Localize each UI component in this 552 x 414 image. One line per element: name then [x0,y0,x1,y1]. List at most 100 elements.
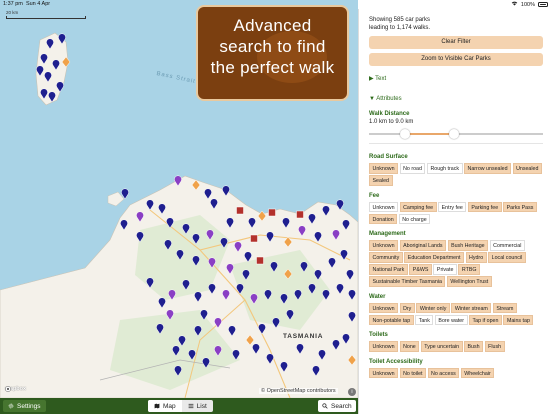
filter-chip[interactable]: Parking fee [467,201,502,212]
filter-chip[interactable]: Rough track [426,163,463,174]
tab-map[interactable]: Map [148,400,182,412]
filter-chip[interactable]: Donation [369,213,398,224]
filter-chip[interactable]: Commercial [489,240,525,251]
filter-chip[interactable]: RTBG [458,264,481,275]
zoom-visible-button[interactable]: Zoom to Visible Car Parks [369,53,543,66]
filter-chip[interactable]: Unknown [369,302,399,313]
filter-chip[interactable]: Stream [492,302,517,313]
filter-panel: Showing 585 car parks leading to 1,174 w… [358,9,552,414]
filter-chip[interactable]: Bore water [434,314,468,325]
filter-chip[interactable]: No charge [398,213,431,224]
filter-chip[interactable]: Community [369,252,403,263]
filter-group-title: Toilets [369,332,388,338]
promo-line-2: search to find [219,37,326,56]
filter-chip[interactable]: Unknown [369,341,399,352]
status-bar: 1:37 pm Sun 4 Apr 100% [0,0,552,9]
filter-group-title: Toilet Accessibility [369,358,423,365]
filter-chip[interactable]: Bush Heritage [447,240,489,251]
filter-chip[interactable]: Unknown [369,201,399,212]
filter-chip[interactable]: Dry [399,302,415,313]
filter-chip-group: Unknown No toilet No access Wheelchair [369,367,542,378]
filter-chip[interactable]: Tap if open [469,314,502,325]
filter-chip-group: Unknown Aboriginal Lands Bush Heritage Comm… [369,240,542,287]
filter-chip[interactable]: Mains tap [503,314,534,325]
promo-line-3: the perfect walk [210,58,335,77]
filter-group-title: Fee [369,192,380,199]
map-scale: 20 km [6,10,86,19]
filter-chip[interactable]: Local council [488,252,526,263]
settings-button[interactable]: Settings [3,400,46,412]
walk-distance-title: Walk Distance [369,111,410,117]
filter-chip[interactable]: Bush [464,341,484,352]
status-time: 1:37 pm Sun 4 Apr [3,1,51,7]
filter-chip[interactable]: Entry fee [438,201,467,212]
filter-chip[interactable]: Camping fee [399,201,437,212]
filter-groups: Road Surface Unknown No road Rough track Nar… [369,154,542,378]
filter-chip[interactable]: Unknown [369,367,399,378]
filter-chip[interactable]: None [399,341,420,352]
settings-label: Settings [17,402,41,410]
view-toggle: Map List [148,400,213,412]
mapbox-icon [5,386,11,392]
filter-chip[interactable]: Aboriginal Lands [399,240,447,251]
divider [369,143,543,144]
filter-chip[interactable]: Narrow unsealed [464,163,512,174]
bottom-toolbar: Settings Map List Search ▶ [0,398,372,414]
filter-chip[interactable]: No road [399,163,426,174]
battery-icon [538,2,548,7]
info-icon[interactable]: i [348,388,356,396]
list-icon [188,403,194,409]
status-right: 100% [511,1,548,8]
tab-list-label: List [196,402,207,410]
filter-chip[interactable]: No access [427,367,460,378]
slider-max-handle[interactable] [449,129,460,139]
filter-chip[interactable]: Unknown [369,163,399,174]
filter-chip[interactable]: Winter stream [451,302,492,313]
filter-chip[interactable]: Private [433,264,457,275]
filter-chip[interactable]: Winter only [416,302,450,313]
filter-chip-group: Unknown Camping fee Entry fee Parking fee Pa… [369,201,542,224]
filter-chip[interactable]: Unsealed [512,163,542,174]
search-button[interactable]: Search [318,400,356,412]
filter-chip[interactable]: Non-potable tap [369,314,414,325]
car-park-marker[interactable] [268,208,276,217]
results-summary: Showing 585 car parks leading to 1,174 w… [369,16,542,32]
filter-chip[interactable]: Wheelchair [460,367,495,378]
attributes-section-toggle[interactable]: ▼ Attributes [369,96,542,102]
filter-chip[interactable]: P&WS [409,264,432,275]
filter-chip[interactable]: Type uncertain [420,341,463,352]
filter-chip[interactable]: Unknown [369,240,399,251]
map-view[interactable]: 20 km Bass Strait TASMANIA mapbox © Open… [0,0,358,398]
car-park-marker[interactable] [236,206,244,215]
tab-map-label: Map [163,402,176,410]
car-park-marker[interactable] [256,256,264,265]
wifi-icon [511,1,518,8]
filter-group-title: Road Surface [369,154,408,160]
filter-chip[interactable]: Sealed [369,175,393,186]
search-label: Search [331,402,352,410]
car-park-marker[interactable] [296,210,304,219]
filter-chip[interactable]: Education Department [404,252,465,263]
clear-filter-button[interactable]: Clear Filter [369,36,543,49]
filter-chip[interactable]: Parks Pass [503,201,537,212]
filter-chip[interactable]: No toilet [399,367,427,378]
battery-percent: 100% [520,1,535,8]
filter-chip[interactable]: National Park [369,264,408,275]
walk-distance-slider[interactable] [369,129,543,139]
map-attribution[interactable]: © OpenStreetMap contributors [259,388,338,394]
gear-icon [8,403,14,409]
filter-chip[interactable]: Tank [415,314,434,325]
filter-chip[interactable]: Wellington Trust [446,276,492,287]
slider-fill [405,133,455,135]
filter-chip-group: Unknown Dry Winter only Winter stream Stream… [369,302,542,325]
text-section-toggle[interactable]: ▶ Text [369,75,542,82]
car-park-marker[interactable] [250,234,258,243]
filter-chip[interactable]: Sustainable Timber Tasmania [369,276,446,287]
summary-line-2: leading to 1,174 walks. [369,25,431,31]
filter-chip[interactable]: Flush [484,341,505,352]
slider-min-handle[interactable] [400,129,411,139]
walk-distance-range: 1.0 km to 9.0 km [369,119,414,125]
mapbox-logo[interactable]: mapbox [5,386,26,392]
filter-chip[interactable]: Hydro [465,252,487,263]
tab-list[interactable]: List [182,400,213,412]
